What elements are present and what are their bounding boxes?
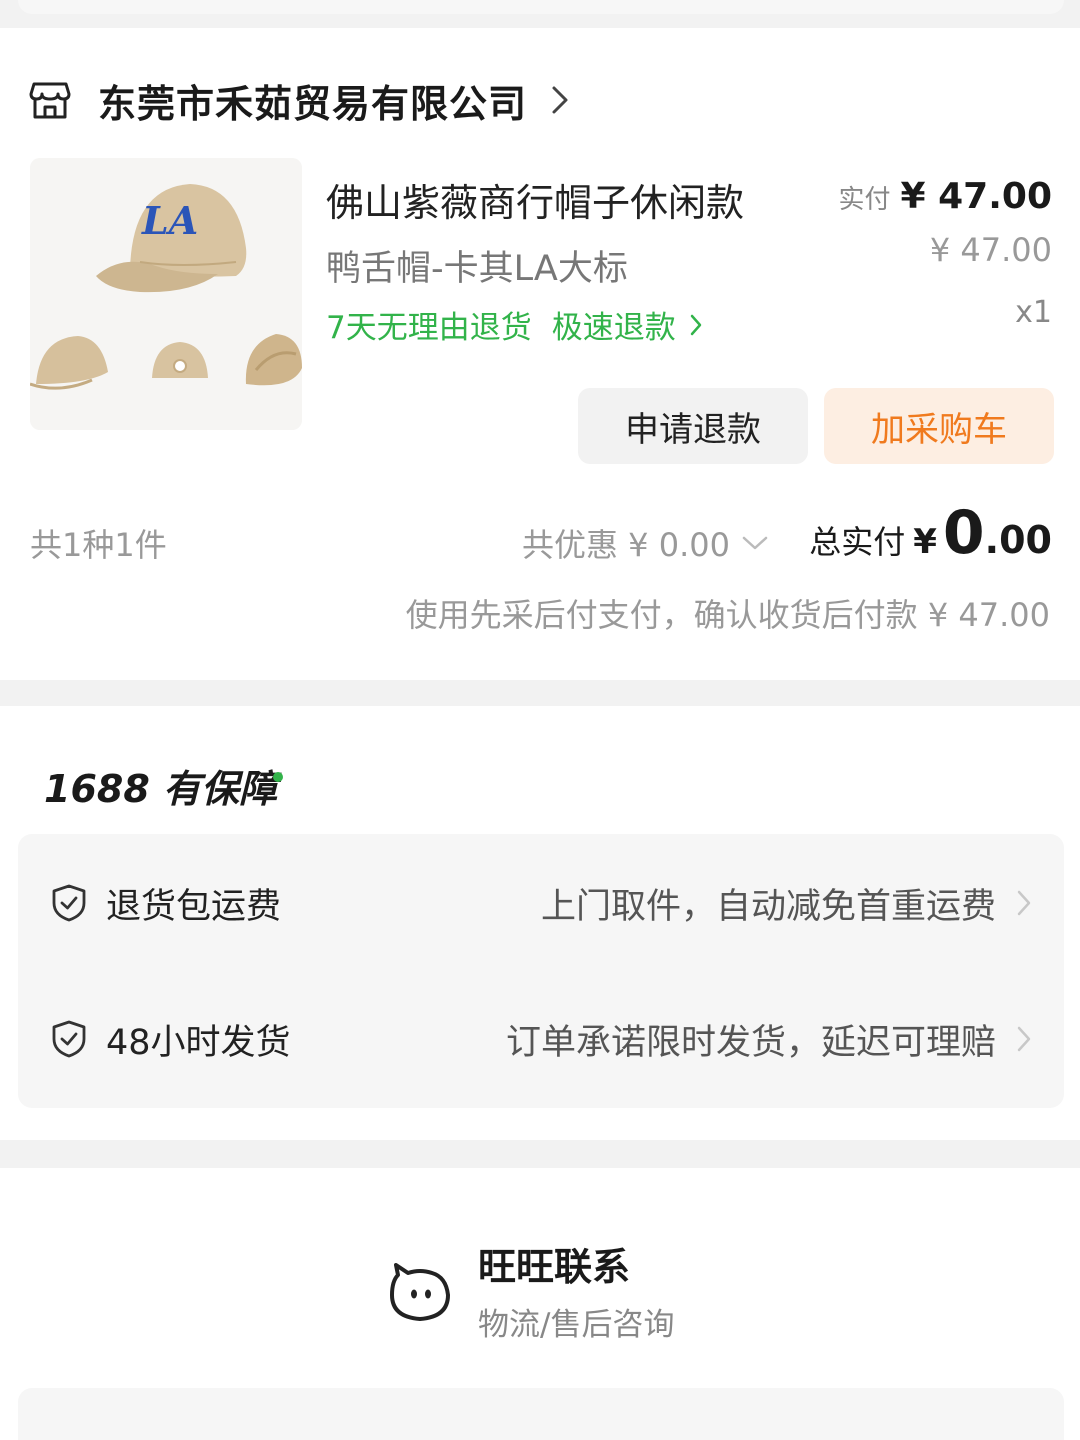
- order-detail-page: 东莞市禾茹贸易有限公司 LA 佛山紫薇商行帽子休闲款 鸭舌帽-卡其LA大标 7天…: [0, 0, 1080, 1440]
- guarantee-desc: 上门取件，自动减免首重运费: [540, 886, 996, 927]
- cap-product-photo: LA: [30, 158, 302, 430]
- order-card: 东莞市禾茹贸易有限公司 LA 佛山紫薇商行帽子休闲款 鸭舌帽-卡其LA大标 7天…: [0, 28, 1080, 680]
- total-currency: ¥: [913, 522, 937, 562]
- shop-header[interactable]: 东莞市禾茹贸易有限公司: [28, 72, 569, 128]
- total-paid: 总实付 ¥ 0 .00: [809, 498, 1052, 568]
- service-no-reason-return: 7天无理由退货: [326, 310, 532, 346]
- wangwang-cat-icon: [390, 1263, 450, 1321]
- apply-refund-button[interactable]: 申请退款: [578, 388, 808, 464]
- guarantee-title: 1688 有保障: [44, 758, 283, 813]
- shield-check-icon: [52, 884, 86, 922]
- total-integer: 0: [942, 498, 985, 568]
- quantity: x1: [1015, 295, 1052, 330]
- chevron-right-icon: [1017, 890, 1031, 916]
- chevron-right-icon: [690, 314, 701, 335]
- chevron-right-icon: [552, 86, 568, 114]
- guarantee-name: 退货包运费: [106, 886, 282, 927]
- product-spec: 鸭舌帽-卡其LA大标: [326, 249, 628, 289]
- contact-subtitle: 物流/售后咨询: [478, 1307, 675, 1343]
- discount-text: 共优惠 ¥ 0.00: [522, 526, 730, 564]
- guarantee-desc: 订单承诺限时发货，延迟可理赔: [505, 1022, 996, 1063]
- pay-later-note: 使用先采后付支付，确认收货后付款 ¥ 47.00: [405, 596, 1050, 634]
- original-price: ¥ 47.00: [929, 231, 1052, 269]
- item-count: 共1种1件: [30, 526, 167, 564]
- shield-check-icon: [52, 1020, 86, 1058]
- service-tags[interactable]: 7天无理由退货 极速退款: [326, 302, 702, 347]
- guarantee-green-dot: [273, 771, 283, 782]
- service-fast-refund: 极速退款: [551, 310, 676, 346]
- shop-name: 东莞市禾茹贸易有限公司: [98, 81, 528, 126]
- price-block: 实付 ¥ 47.00 ¥ 47.00 x1: [839, 176, 1052, 330]
- contact-card: 旺旺联系 物流/售后咨询: [0, 1168, 1080, 1440]
- guarantee-row-free-return-shipping[interactable]: 退货包运费 上门取件，自动减免首重运费: [18, 838, 1064, 968]
- paid-amount: ¥ 47.00: [900, 176, 1052, 217]
- guarantee-title-text: 1688 有保障: [44, 767, 277, 811]
- contact-title: 旺旺联系: [478, 1245, 631, 1289]
- add-to-cart-button[interactable]: 加采购车: [824, 388, 1054, 464]
- guarantee-row-48h-shipping[interactable]: 48小时发货 订单承诺限时发货，延迟可理赔: [18, 974, 1064, 1104]
- svg-text:LA: LA: [141, 198, 198, 243]
- total-decimal: .00: [984, 518, 1052, 562]
- product-title[interactable]: 佛山紫薇商行帽子休闲款: [326, 172, 744, 227]
- guarantee-list: 退货包运费 上门取件，自动减免首重运费 48小时发货 订单承诺限时发货，延迟可理…: [18, 834, 1064, 1108]
- chevron-down-icon: [742, 536, 768, 550]
- wangwang-contact-button[interactable]: 旺旺联系 物流/售后咨询: [388, 1236, 674, 1344]
- previous-card-edge: [18, 0, 1064, 14]
- chevron-right-icon: [1017, 1026, 1031, 1052]
- product-image[interactable]: LA: [30, 158, 302, 430]
- guarantee-card: 1688 有保障 退货包运费 上门取件，自动减免首重运费 48小时发货 订单承诺…: [0, 706, 1080, 1140]
- paid-label: 实付: [838, 185, 891, 215]
- store-icon: [29, 82, 71, 119]
- guarantee-name: 48小时发货: [106, 1022, 291, 1063]
- next-section-edge: [18, 1388, 1064, 1440]
- total-label: 总实付: [809, 523, 906, 561]
- discount-toggle[interactable]: 共优惠 ¥ 0.00: [522, 520, 768, 566]
